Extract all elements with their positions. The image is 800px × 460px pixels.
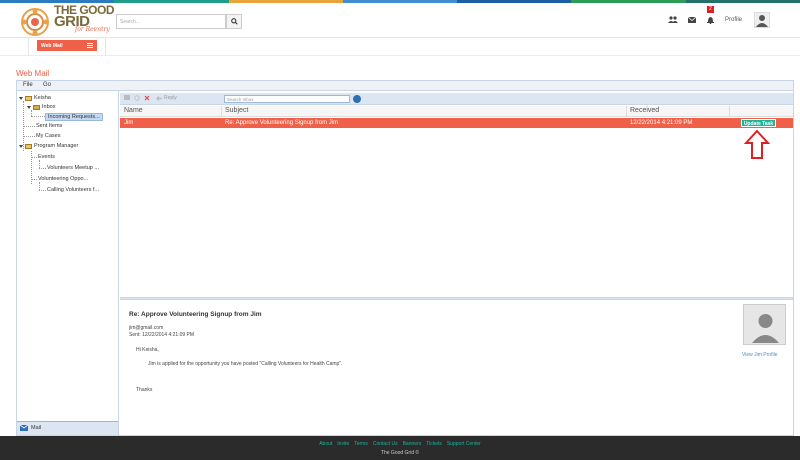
- message-grid-header: Name Subject Received: [120, 106, 793, 117]
- reply-label: Reply: [164, 95, 177, 101]
- footer: About Invite Terms Contact Us Banners Ti…: [0, 436, 800, 460]
- top-header: THE GOOD GRID for Reentry Search... 2 Pr…: [0, 3, 800, 38]
- tree-label: Inbox: [42, 104, 56, 110]
- preview-thanks: Thanks: [136, 387, 153, 393]
- footer-copyright: The Good Grid ©: [380, 450, 420, 456]
- tree-node-incoming-requests[interactable]: Incoming Requests...: [45, 113, 103, 121]
- footer-link-support[interactable]: Support Center: [447, 441, 481, 447]
- footer-link-banners[interactable]: Banners: [403, 441, 422, 447]
- tree-node-program-manager[interactable]: Program Manager: [19, 143, 78, 149]
- page-title: Web Mail: [16, 69, 50, 78]
- logo-subtitle: for Reentry: [75, 26, 110, 33]
- tree-node-events[interactable]: Events: [38, 154, 55, 160]
- footer-link-about[interactable]: About: [319, 441, 332, 447]
- tree-node-volunteers-meetup[interactable]: Volunteers Meetup ...: [47, 165, 99, 171]
- row-subject: Re: Approve Volunteering Signup from Jim: [225, 120, 339, 126]
- search-input[interactable]: Search...: [116, 14, 226, 29]
- folder-icon: [25, 95, 32, 101]
- tree-node-keisha[interactable]: Keisha: [19, 95, 51, 101]
- search-icon: [230, 18, 238, 25]
- preview-from: jim@gmail.com: [129, 325, 164, 331]
- refresh-button[interactable]: [134, 95, 140, 101]
- mail-toolbar: Reply Search Inbox: [120, 93, 793, 105]
- column-name[interactable]: Name: [124, 107, 143, 114]
- sender-avatar: [743, 304, 786, 345]
- inbox-folder-icon: [33, 104, 40, 110]
- menu-go[interactable]: Go: [43, 82, 51, 88]
- tree-label: Keisha: [34, 95, 51, 101]
- inbox-search-icon[interactable]: [353, 95, 361, 103]
- tree-node-calling-volunteers[interactable]: Calling Volunteers f...: [47, 187, 99, 193]
- webmail-tab[interactable]: Web Mail: [37, 40, 97, 51]
- tree-label: Program Manager: [34, 143, 79, 149]
- tree-label: Volunteers Meetup ...: [47, 165, 99, 171]
- message-pane: Reply Search Inbox Name Subject Received…: [120, 91, 793, 435]
- expand-icon: [19, 96, 23, 100]
- folder-icon: [25, 143, 32, 149]
- move-button[interactable]: [124, 95, 130, 100]
- footer-link-terms[interactable]: Terms: [354, 441, 368, 447]
- header-icons: 2 Profile: [667, 6, 742, 25]
- logo-flower-icon: [21, 8, 49, 36]
- tree-label: Events: [38, 154, 55, 160]
- message-row[interactable]: Jim Re: Approve Volunteering Signup from…: [120, 118, 793, 128]
- row-received: 12/22/2014 4:21:09 PM: [630, 120, 693, 126]
- menu-bar: File Go: [17, 81, 793, 91]
- preview-subject: Re: Approve Volunteering Signup from Jim: [129, 311, 262, 318]
- sub-navigation: Web Mail: [0, 38, 800, 56]
- reply-icon: [156, 95, 162, 101]
- preview-body: Jim is applied for the opportunity you h…: [148, 361, 343, 367]
- tree-node-inbox[interactable]: Inbox: [27, 104, 55, 110]
- logo[interactable]: THE GOOD GRID for Reentry: [20, 4, 120, 36]
- column-received[interactable]: Received: [630, 107, 659, 114]
- refresh-icon: [134, 95, 140, 101]
- delete-icon: [144, 95, 150, 101]
- preview-sent: Sent: 12/22/2014 4:21:09 PM: [129, 332, 195, 338]
- notification-badge: 2: [706, 6, 714, 13]
- tree-label: My Cases: [36, 133, 61, 139]
- delete-button[interactable]: [144, 95, 150, 101]
- row-name: Jim: [124, 120, 134, 126]
- view-profile-link[interactable]: View Jim Profile: [742, 352, 777, 358]
- footer-link-tickets[interactable]: Tickets: [426, 441, 442, 447]
- mail-app: File Go Keisha Inbox Incoming Requests..…: [16, 80, 794, 436]
- divider: [28, 38, 29, 56]
- move-icon: [124, 95, 130, 100]
- mail-nav-label: Mail: [31, 425, 42, 431]
- mail-icon: [20, 425, 28, 431]
- footer-link-contact[interactable]: Contact Us: [373, 441, 398, 447]
- groups-icon[interactable]: [667, 15, 678, 25]
- up-arrow-annotation-icon: [744, 130, 770, 159]
- user-avatar[interactable]: [754, 12, 770, 28]
- reply-button[interactable]: Reply: [156, 95, 177, 101]
- menu-file[interactable]: File: [23, 82, 33, 88]
- message-preview: Re: Approve Volunteering Signup from Jim…: [120, 300, 793, 435]
- user-placeholder-icon: [752, 314, 779, 343]
- footer-links: About Invite Terms Contact Us Banners Ti…: [0, 441, 800, 447]
- bell-icon[interactable]: 2: [706, 6, 716, 25]
- tree-node-sent-items[interactable]: Sent Items: [36, 123, 62, 129]
- divider: [105, 38, 106, 56]
- preview-greeting: Hi Keisha,: [136, 347, 159, 353]
- update-task-button[interactable]: Update Task: [741, 119, 776, 127]
- tree-label: Sent Items: [36, 123, 63, 129]
- folder-pane: Keisha Inbox Incoming Requests... Sent I…: [17, 91, 119, 435]
- tree-node-volunteering-opportunities[interactable]: Volunteering Oppo...: [38, 176, 88, 182]
- tree-label: Calling Volunteers f...: [47, 187, 99, 193]
- search-button[interactable]: [226, 14, 242, 29]
- tree-node-my-cases[interactable]: My Cases: [36, 133, 60, 139]
- expand-icon: [27, 105, 31, 109]
- mail-icon[interactable]: [687, 15, 697, 25]
- profile-link[interactable]: Profile: [725, 17, 742, 23]
- mail-nav-button[interactable]: Mail: [17, 421, 118, 435]
- tree-label: Volunteering Oppo...: [38, 176, 89, 182]
- tree-label: Incoming Requests...: [48, 114, 100, 120]
- menu-icon: [87, 43, 93, 48]
- inbox-search-input[interactable]: Search Inbox: [224, 95, 350, 103]
- user-icon: [756, 15, 768, 27]
- webmail-tab-label: Web Mail: [41, 43, 63, 49]
- column-subject[interactable]: Subject: [225, 107, 248, 114]
- expand-icon: [19, 144, 23, 148]
- footer-link-invite[interactable]: Invite: [337, 441, 349, 447]
